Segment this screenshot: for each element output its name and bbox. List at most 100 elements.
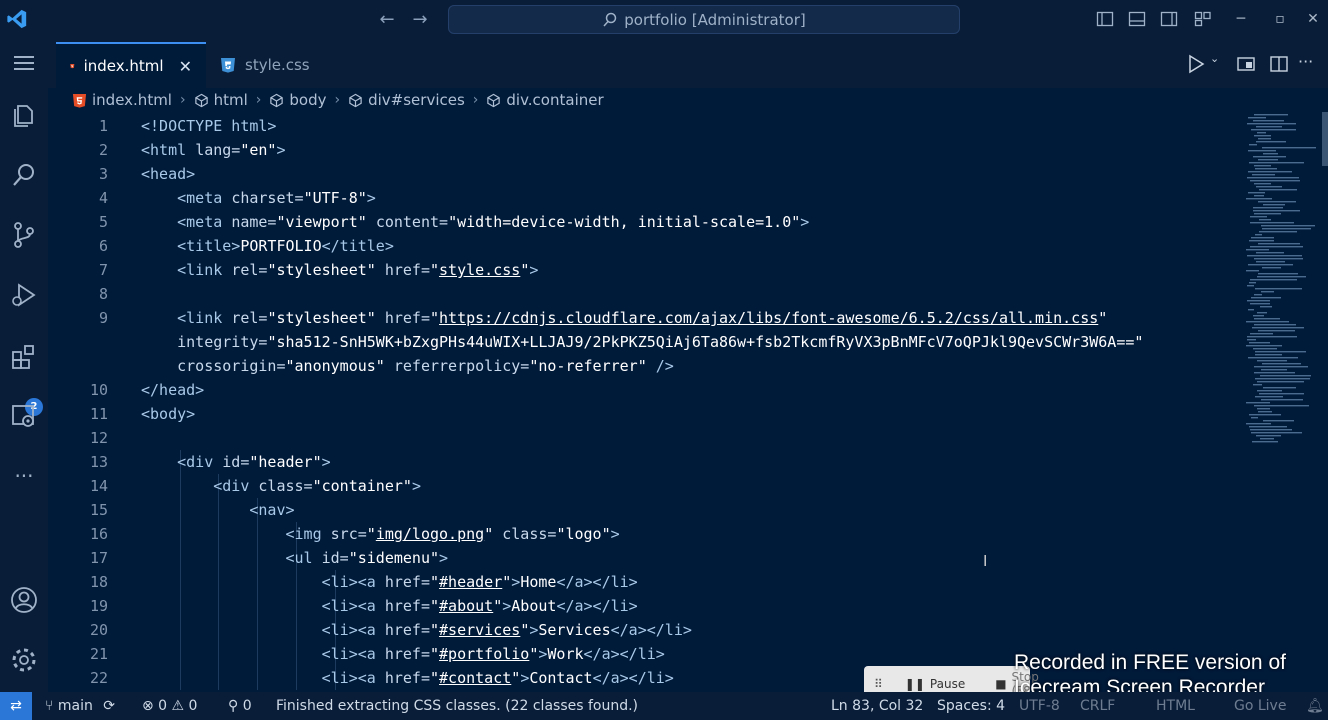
line-number: 5 — [98, 213, 108, 231]
back-arrow-icon[interactable]: ← — [376, 9, 398, 31]
code-line[interactable]: 17 <ul id="sidemenu"> — [48, 546, 1238, 570]
encoding-status[interactable]: UTF-8 — [1019, 692, 1060, 720]
html5-icon — [72, 93, 87, 108]
line-text: <link rel="stylesheet" href="https://cdn… — [177, 309, 1108, 327]
code-line[interactable]: 9 <link rel="stylesheet" href="https://c… — [48, 306, 1238, 330]
run-icon[interactable] — [1186, 54, 1206, 74]
customize-layout-icon[interactable] — [1194, 10, 1212, 28]
toggle-primary-sidebar-icon[interactable] — [1096, 10, 1114, 28]
code-line[interactable]: 11 <body> — [48, 402, 1238, 426]
pause-button[interactable]: Pause — [930, 677, 965, 691]
tab-style-css[interactable]: style.css — [206, 42, 354, 88]
go-live-button[interactable]: Go Live — [1234, 692, 1286, 720]
line-number: 19 — [89, 597, 108, 615]
problems-status[interactable]: ⊗ 0 ⚠ 0 — [142, 692, 197, 720]
close-icon[interactable]: ✕ — [179, 57, 192, 76]
accounts-icon[interactable] — [9, 585, 39, 615]
code-line[interactable]: crossorigin="anonymous" referrerpolicy="… — [48, 354, 1238, 378]
code-line[interactable]: 5 <meta name="viewport" content="width=d… — [48, 210, 1238, 234]
search-icon[interactable] — [9, 160, 39, 190]
editor-tab-bar: index.html ✕ style.css — [48, 40, 1328, 88]
chevron-down-icon[interactable]: ⌄ — [1210, 52, 1219, 65]
code-line[interactable]: 15 <nav> — [48, 498, 1238, 522]
command-center-search[interactable]: portfolio [Administrator] — [448, 5, 960, 34]
indentation-status[interactable]: Spaces: 4 — [937, 692, 1005, 720]
code-line[interactable]: 13 <div id="header"> — [48, 450, 1238, 474]
code-line[interactable]: 10 </head> — [48, 378, 1238, 402]
remote-indicator[interactable]: ⇄ — [0, 692, 32, 720]
code-line[interactable]: 7 <link rel="stylesheet" href="style.css… — [48, 258, 1238, 282]
more-actions-icon[interactable]: ··· — [1298, 52, 1313, 71]
cursor-position[interactable]: Ln 83, Col 32 — [831, 692, 923, 720]
code-line[interactable]: 1 <!DOCTYPE html> — [48, 114, 1238, 138]
menu-hamburger-icon[interactable] — [9, 48, 39, 78]
notifications-bell-icon[interactable]: 🔔︎ — [1306, 692, 1324, 720]
minimap[interactable] — [1244, 112, 1324, 452]
code-line[interactable]: 4 <meta charset="UTF-8"> — [48, 186, 1238, 210]
symbol-element-icon — [487, 93, 501, 107]
line-number: 22 — [89, 669, 108, 687]
chevron-right-icon: › — [334, 92, 341, 108]
breadcrumb-item-html[interactable]: html — [194, 91, 248, 109]
extensions-icon[interactable] — [9, 342, 39, 372]
breadcrumb-label: div.container — [506, 91, 604, 109]
code-line[interactable]: 8 — [48, 282, 1238, 306]
line-number: 6 — [98, 237, 108, 255]
open-preview-icon[interactable] — [1236, 54, 1256, 74]
line-text: <img src="img/logo.png" class="logo"> — [285, 525, 620, 543]
tab-index-html[interactable]: index.html ✕ — [56, 42, 206, 88]
remote-explorer-icon[interactable] — [9, 402, 39, 432]
vertical-scrollbar[interactable] — [1322, 112, 1328, 166]
pause-icon[interactable]: ❚❚ — [905, 677, 925, 691]
breadcrumb-item-div-container[interactable]: div.container — [486, 91, 604, 109]
line-number: 11 — [89, 405, 108, 423]
code-line[interactable]: 3 <head> — [48, 162, 1238, 186]
language-mode[interactable]: HTML — [1156, 692, 1195, 720]
line-number: 10 — [89, 381, 108, 399]
toggle-panel-icon[interactable] — [1128, 10, 1146, 28]
code-line[interactable]: integrity="sha512-SnH5WK+bZxgPHs44uWIX+L… — [48, 330, 1238, 354]
line-text: <title>PORTFOLIO</title> — [177, 237, 394, 255]
close-window-button[interactable]: ✕ — [1298, 6, 1328, 32]
eol-status[interactable]: CRLF — [1080, 692, 1115, 720]
line-text: <div id="header"> — [177, 453, 331, 471]
code-line[interactable]: 6 <title>PORTFOLIO</title> — [48, 234, 1238, 258]
code-editor[interactable]: 1 <!DOCTYPE html> 2 <html lang="en"> 3 <head>… — [48, 114, 1238, 690]
line-number: 20 — [89, 621, 108, 639]
ports-status[interactable]: ⚲ 0 — [228, 692, 252, 720]
code-line[interactable]: 2 <html lang="en"> — [48, 138, 1238, 162]
code-line[interactable]: 19 <li><a href="#about">About</a></li> — [48, 594, 1238, 618]
code-line[interactable]: 18 <li><a href="#header">Home</a></li> — [48, 570, 1238, 594]
forward-arrow-icon[interactable]: → — [409, 9, 431, 31]
more-icon[interactable]: ··· — [9, 464, 39, 494]
ports-count: 0 — [242, 698, 252, 714]
code-line[interactable]: 12 — [48, 426, 1238, 450]
breadcrumb-item-div-services[interactable]: div#services — [348, 91, 465, 109]
breadcrumb-label: body — [289, 91, 327, 109]
branch-status[interactable]: ⑂ main ⟳ — [45, 692, 115, 720]
line-number: 4 — [98, 189, 108, 207]
line-text: <li><a href="#about">About</a></li> — [321, 597, 638, 615]
breadcrumb-item-file[interactable]: index.html — [72, 91, 172, 109]
line-text: <li><a href="#contact">Contact</a></li> — [321, 669, 674, 687]
code-line[interactable]: 20 <li><a href="#services">Services</a><… — [48, 618, 1238, 642]
line-text: <meta name="viewport" content="width=dev… — [177, 213, 810, 231]
source-control-icon[interactable] — [9, 220, 39, 250]
line-text: <meta charset="UTF-8"> — [177, 189, 376, 207]
toggle-secondary-sidebar-icon[interactable] — [1160, 10, 1178, 28]
split-editor-icon[interactable] — [1269, 54, 1289, 74]
line-number: 1 — [98, 117, 108, 135]
code-line[interactable]: 14 <div class="container"> — [48, 474, 1238, 498]
line-text: <ul id="sidemenu"> — [285, 549, 449, 567]
code-line[interactable]: 16 <img src="img/logo.png" class="logo"> — [48, 522, 1238, 546]
symbol-element-icon — [270, 93, 284, 107]
breadcrumb-item-body[interactable]: body — [269, 91, 326, 109]
explorer-icon[interactable] — [9, 100, 39, 130]
drag-handle-icon[interactable]: ⠿ — [874, 677, 883, 691]
line-text: <html lang="en"> — [141, 141, 286, 159]
run-debug-icon[interactable] — [9, 280, 39, 310]
maximize-button[interactable]: ▫ — [1265, 6, 1295, 32]
settings-gear-icon[interactable] — [9, 645, 39, 675]
sync-icon[interactable]: ⟳ — [103, 698, 115, 714]
minimize-button[interactable]: ─ — [1226, 6, 1256, 32]
